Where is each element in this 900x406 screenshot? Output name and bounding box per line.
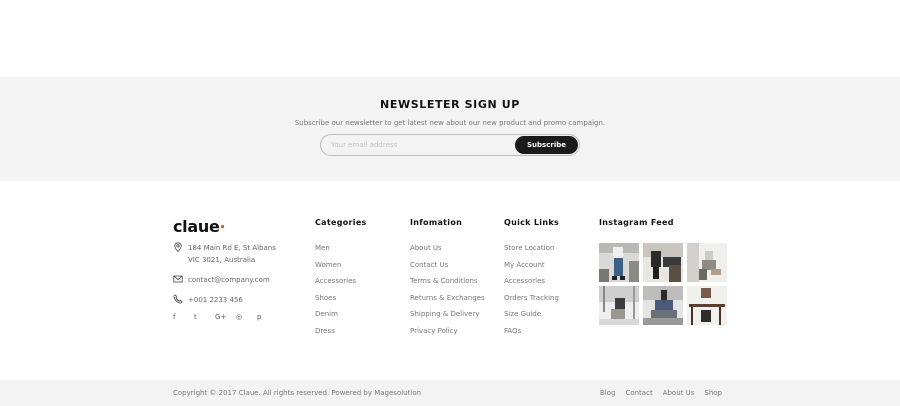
category-link[interactable]: Dress bbox=[315, 327, 356, 344]
category-link[interactable]: Shoes bbox=[315, 294, 356, 311]
quick-link[interactable]: Store Location bbox=[504, 244, 559, 261]
address-row: 184 Main Rd E, St Albans VIC 3021, Austr… bbox=[173, 242, 276, 266]
google-plus-icon[interactable]: G+ bbox=[215, 313, 236, 321]
category-link[interactable]: Men bbox=[315, 244, 356, 261]
address-line-2: VIC 3021, Australia bbox=[188, 256, 256, 264]
email-input[interactable] bbox=[331, 138, 511, 152]
quick-link[interactable]: Orders Tracking bbox=[504, 294, 559, 311]
instagram-photo-5[interactable] bbox=[643, 286, 683, 325]
instagram-photo-6[interactable] bbox=[687, 286, 727, 325]
information-link[interactable]: Contact Us bbox=[410, 261, 485, 278]
bottom-bar: Copyright © 2017 Claue. All rights reser… bbox=[0, 380, 900, 406]
logo[interactable]: claue· bbox=[173, 217, 226, 236]
pinterest-icon[interactable]: p bbox=[257, 313, 278, 321]
newsletter-section: NEWSLETER SIGN UP Subscribe our newslett… bbox=[0, 77, 900, 181]
subscribe-button[interactable]: Subscribe bbox=[515, 136, 578, 154]
information-link[interactable]: Privacy Policy bbox=[410, 327, 485, 344]
social-links: f t G+ ◎ p bbox=[173, 313, 278, 321]
email-row: contact@company.com bbox=[173, 274, 270, 286]
map-pin-icon bbox=[174, 242, 182, 252]
quick-link[interactable]: Accessories bbox=[504, 277, 559, 294]
instagram-grid bbox=[599, 243, 728, 325]
information-link[interactable]: Returns & Exchanges bbox=[410, 294, 485, 311]
bottom-nav: Blog Contact About Us Shop bbox=[600, 389, 722, 397]
newsletter-title: NEWSLETER SIGN UP bbox=[380, 98, 520, 111]
newsletter-subtitle: Subscribe our newsletter to get latest n… bbox=[294, 119, 606, 127]
quick-link[interactable]: My Account bbox=[504, 261, 559, 278]
information-link[interactable]: Terms & Conditions bbox=[410, 277, 485, 294]
categories-title: Categories bbox=[315, 218, 367, 227]
logo-text: claue bbox=[173, 217, 220, 236]
bottom-link-blog[interactable]: Blog bbox=[600, 389, 615, 397]
newsletter-form: Subscribe bbox=[320, 134, 580, 156]
category-link[interactable]: Denim bbox=[315, 310, 356, 327]
phone-row: +001 2233 456 bbox=[173, 294, 243, 306]
top-blank-area bbox=[0, 0, 900, 77]
instagram-title: Instagram Feed bbox=[599, 218, 674, 227]
instagram-icon[interactable]: ◎ bbox=[236, 313, 257, 321]
copyright-text: Copyright © 2017 Claue. All rights reser… bbox=[173, 389, 422, 397]
logo-dot: · bbox=[219, 217, 226, 236]
instagram-photo-2[interactable] bbox=[643, 243, 683, 282]
quick-links-title: Quick Links bbox=[504, 218, 560, 227]
bottom-link-shop[interactable]: Shop bbox=[704, 389, 722, 397]
information-link[interactable]: Shipping & Delivery bbox=[410, 310, 485, 327]
footer: claue· 184 Main Rd E, St Albans VIC 3021… bbox=[0, 181, 900, 380]
bottom-link-about[interactable]: About Us bbox=[663, 389, 695, 397]
bottom-link-contact[interactable]: Contact bbox=[625, 389, 652, 397]
category-link[interactable]: Women bbox=[315, 261, 356, 278]
instagram-photo-3[interactable] bbox=[687, 243, 727, 282]
categories-list: Men Women Accessories Shoes Denim Dress bbox=[315, 244, 356, 343]
instagram-photo-4[interactable] bbox=[599, 286, 639, 325]
phone-icon bbox=[173, 294, 183, 304]
information-list: About Us Contact Us Terms & Conditions R… bbox=[410, 244, 485, 343]
quick-link[interactable]: Size Guide bbox=[504, 310, 559, 327]
mail-icon bbox=[173, 275, 183, 283]
instagram-photo-1[interactable] bbox=[599, 243, 639, 282]
quick-link[interactable]: FAQs bbox=[504, 327, 559, 344]
phone-number: +001 2233 456 bbox=[188, 296, 243, 304]
address-line-1: 184 Main Rd E, St Albans bbox=[188, 244, 276, 252]
quick-links-list: Store Location My Account Accessories Or… bbox=[504, 244, 559, 343]
information-title: Infomation bbox=[410, 218, 463, 227]
twitter-icon[interactable]: t bbox=[194, 313, 215, 321]
category-link[interactable]: Accessories bbox=[315, 277, 356, 294]
information-link[interactable]: About Us bbox=[410, 244, 485, 261]
email-link[interactable]: contact@company.com bbox=[188, 274, 270, 286]
facebook-icon[interactable]: f bbox=[173, 313, 194, 321]
